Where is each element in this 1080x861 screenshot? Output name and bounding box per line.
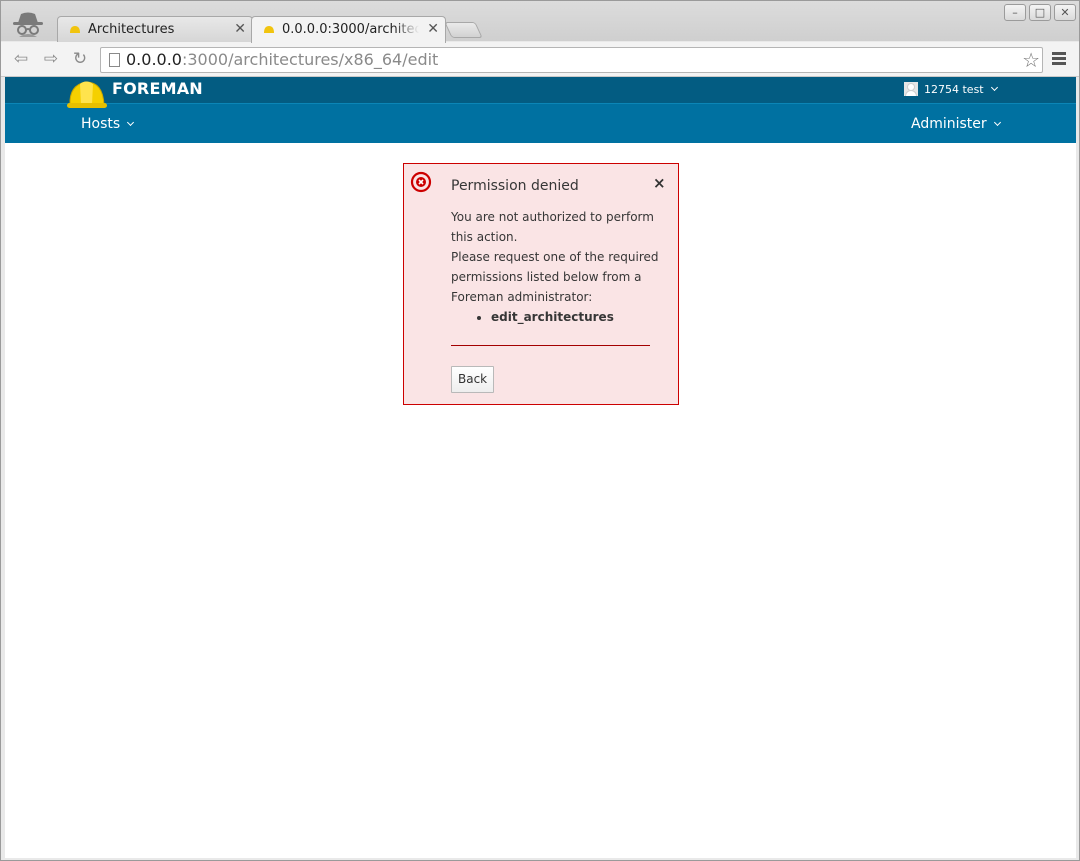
nav-hosts[interactable]: Hosts (81, 116, 135, 132)
divider (451, 345, 650, 346)
alert-request-message: Please request one of the required permi… (451, 250, 659, 304)
bookmark-star-icon[interactable]: ☆ (1022, 48, 1040, 72)
nav-hosts-label: Hosts (81, 116, 121, 132)
permission-list: edit_architectures (491, 307, 661, 327)
close-icon[interactable]: × (653, 175, 666, 191)
alert-title: Permission denied (451, 178, 579, 194)
reload-icon[interactable]: ↻ (68, 48, 92, 70)
incognito-icon (13, 12, 43, 37)
foreman-helmet-favicon (264, 26, 274, 33)
foreman-top-bar: FOREMAN 12754 test (5, 77, 1076, 103)
tab-label: Architectures (88, 22, 175, 37)
browser-menu-icon[interactable] (1052, 52, 1066, 67)
url-host: 0.0.0.0 (126, 50, 182, 69)
tab-close-icon[interactable]: ✕ (427, 17, 439, 42)
foreman-helmet-logo-icon[interactable] (67, 77, 107, 111)
forward-arrow-icon[interactable]: ⇨ (39, 48, 63, 70)
close-window-icon[interactable]: ✕ (1054, 4, 1076, 21)
foreman-nav-bar: Hosts Administer (5, 103, 1076, 143)
tab-strip: Architectures ✕ 0.0.0.0:3000/architectur… (1, 1, 1079, 43)
url-path: :3000/architectures/x86_64/edit (181, 50, 439, 69)
alert-message: You are not authorized to perform this a… (451, 210, 654, 244)
window-controls: – □ ✕ (1004, 4, 1076, 21)
nav-administer-label: Administer (911, 116, 987, 132)
minimize-icon[interactable]: – (1004, 4, 1026, 21)
nav-administer[interactable]: Administer (911, 116, 1001, 132)
foreman-helmet-favicon (70, 26, 80, 33)
error-circle-icon (410, 171, 432, 193)
new-tab-button[interactable] (444, 22, 483, 38)
alert-body: You are not authorized to perform this a… (451, 207, 661, 327)
chevron-down-icon (993, 118, 1001, 126)
browser-window: Architectures ✕ 0.0.0.0:3000/architectur… (0, 0, 1080, 861)
chevron-down-icon (127, 118, 135, 126)
brand-name[interactable]: FOREMAN (112, 79, 203, 98)
user-name: 12754 test (924, 82, 984, 96)
page-viewport: FOREMAN 12754 test Hosts Administer × Pe… (5, 77, 1076, 858)
tab-label: 0.0.0.0:3000/architectures/x86_64/edit (282, 22, 419, 37)
back-arrow-icon[interactable]: ⇦ (9, 48, 33, 70)
page-icon (109, 53, 120, 67)
user-menu[interactable]: 12754 test (904, 82, 998, 96)
back-button[interactable]: Back (451, 366, 495, 393)
maximize-icon[interactable]: □ (1029, 4, 1051, 21)
avatar (904, 82, 918, 96)
chevron-down-icon (990, 83, 998, 91)
permission-denied-alert: × Permission denied You are not authoriz… (403, 163, 679, 405)
browser-toolbar: ⇦ ⇨ ↻ 0.0.0.0:3000/architectures/x86_64/… (1, 42, 1079, 77)
address-bar[interactable]: 0.0.0.0:3000/architectures/x86_64/edit ☆ (100, 47, 1043, 73)
list-item: edit_architectures (491, 307, 661, 327)
tab-close-icon[interactable]: ✕ (234, 17, 246, 42)
tab-architectures[interactable]: Architectures ✕ (57, 16, 253, 42)
tab-architecture-edit[interactable]: 0.0.0.0:3000/architectures/x86_64/edit ✕ (251, 16, 446, 43)
